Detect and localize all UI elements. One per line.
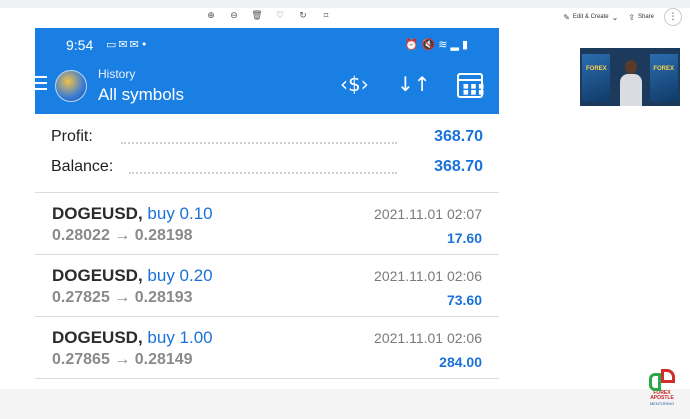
trade-side: buy 0.20 [147, 266, 213, 285]
webcam-backdrop-right [650, 54, 678, 102]
more-options-button[interactable]: ⋮ [664, 8, 682, 26]
webcam-backdrop-left [582, 54, 610, 102]
webcam-logo-left: FOREX [586, 66, 607, 72]
presenter [620, 56, 642, 106]
trade-symbol: DOGEUSD, [52, 328, 143, 347]
brand-line3: MENTORING [649, 401, 675, 406]
viewer-actions: ✎ Edit & Create ⌄ ⇪ Share ⋮ [563, 8, 682, 26]
trade-prices: 0.27865 → 0.28149 [52, 351, 193, 368]
sort-icon[interactable]: ↓↑ [397, 72, 431, 96]
currency-icon[interactable]: ‹$› [340, 72, 369, 96]
screen: ⊕ ⊖ 🗑 ♡ ↻ ⌗ ✎ Edit & Create ⌄ ⇪ Share ⋮ … [0, 0, 690, 419]
viewer-top-bar [0, 0, 690, 8]
trade-profit: 284.00 [439, 354, 482, 370]
balance-value: 368.70 [434, 158, 483, 175]
trade-date: 2021.11.01 02:07 [374, 206, 482, 222]
brand-logo: FOREX APOSTLE MENTORING [642, 369, 682, 406]
app-bar: History All symbols ‹$› ↓↑ ■■■ ■■■ [35, 58, 499, 114]
trade-prices: 0.28022 → 0.28198 [52, 227, 193, 244]
status-time: 9:54 [66, 37, 94, 53]
balance-row: Balance: 368.70 [51, 158, 483, 180]
profit-value: 368.70 [434, 128, 483, 145]
viewer-toolbar: ⊕ ⊖ 🗑 ♡ ↻ ⌗ [205, 10, 332, 22]
edit-create-button[interactable]: ✎ Edit & Create ⌄ [563, 13, 618, 22]
share-icon: ⇪ [628, 12, 635, 22]
trade-row[interactable]: DOGEUSD, buy 0.20 0.27825 → 0.28193 2021… [35, 256, 499, 317]
app-bar-subtitle: History [98, 67, 136, 81]
menu-icon[interactable] [35, 76, 47, 90]
share-label: Share [637, 14, 654, 20]
share-button[interactable]: ⇪ Share [628, 13, 654, 22]
webcam-logo-right: FOREX [653, 66, 674, 72]
trade-side: buy 0.10 [147, 204, 213, 223]
trade-symbol: DOGEUSD, [52, 266, 143, 285]
crop-icon[interactable]: ⌗ [320, 10, 332, 22]
edit-icon: ✎ [563, 12, 570, 22]
trade-symbol: DOGEUSD, [52, 204, 143, 223]
trade-row[interactable]: DOGEUSD, buy 0.10 0.28022 → 0.28198 2021… [35, 194, 499, 255]
system-status-icons: ⏰🔇≋▂▮ [404, 38, 471, 51]
trade-row[interactable]: DOGEUSD, buy 1.00 0.27865 → 0.28149 2021… [35, 318, 499, 379]
trade-prices: 0.27825 → 0.28193 [52, 289, 193, 306]
favorite-icon[interactable]: ♡ [274, 10, 286, 22]
webcam-overlay: FOREX FOREX [580, 48, 680, 106]
presenter-body [620, 74, 642, 106]
app-bar-title[interactable]: All symbols [98, 85, 184, 105]
calendar-icon[interactable]: ■■■ ■■■ [457, 73, 484, 98]
balance-label: Balance: [51, 158, 118, 176]
zoom-in-icon[interactable]: ⊕ [205, 10, 217, 22]
trade-profit: 73.60 [446, 292, 482, 308]
app-logo [55, 70, 87, 102]
edit-create-label: Edit & Create [572, 14, 609, 20]
profit-row: Profit: 368.70 [51, 128, 483, 150]
trade-profit: 17.60 [446, 230, 482, 246]
phone-screenshot: 9:54 ▭✉✉• ⏰🔇≋▂▮ History All symbols ‹$› … [35, 28, 499, 380]
chevron-down-icon: ⌄ [611, 12, 619, 22]
status-bar: 9:54 ▭✉✉• ⏰🔇≋▂▮ [35, 28, 499, 58]
bottom-strip [0, 389, 690, 419]
trade-date: 2021.11.01 02:06 [374, 330, 482, 346]
zoom-out-icon[interactable]: ⊖ [228, 10, 240, 22]
profit-label: Profit: [51, 128, 97, 146]
rotate-icon[interactable]: ↻ [297, 10, 309, 22]
presenter-head [625, 60, 637, 74]
brand-mark-icon [649, 369, 675, 391]
delete-icon[interactable]: 🗑 [251, 10, 263, 22]
notification-icons: ▭✉✉• [106, 38, 150, 51]
summary-panel: Profit: 368.70 Balance: 368.70 [35, 114, 499, 193]
trade-side: buy 1.00 [147, 328, 213, 347]
trade-date: 2021.11.01 02:06 [374, 268, 482, 284]
